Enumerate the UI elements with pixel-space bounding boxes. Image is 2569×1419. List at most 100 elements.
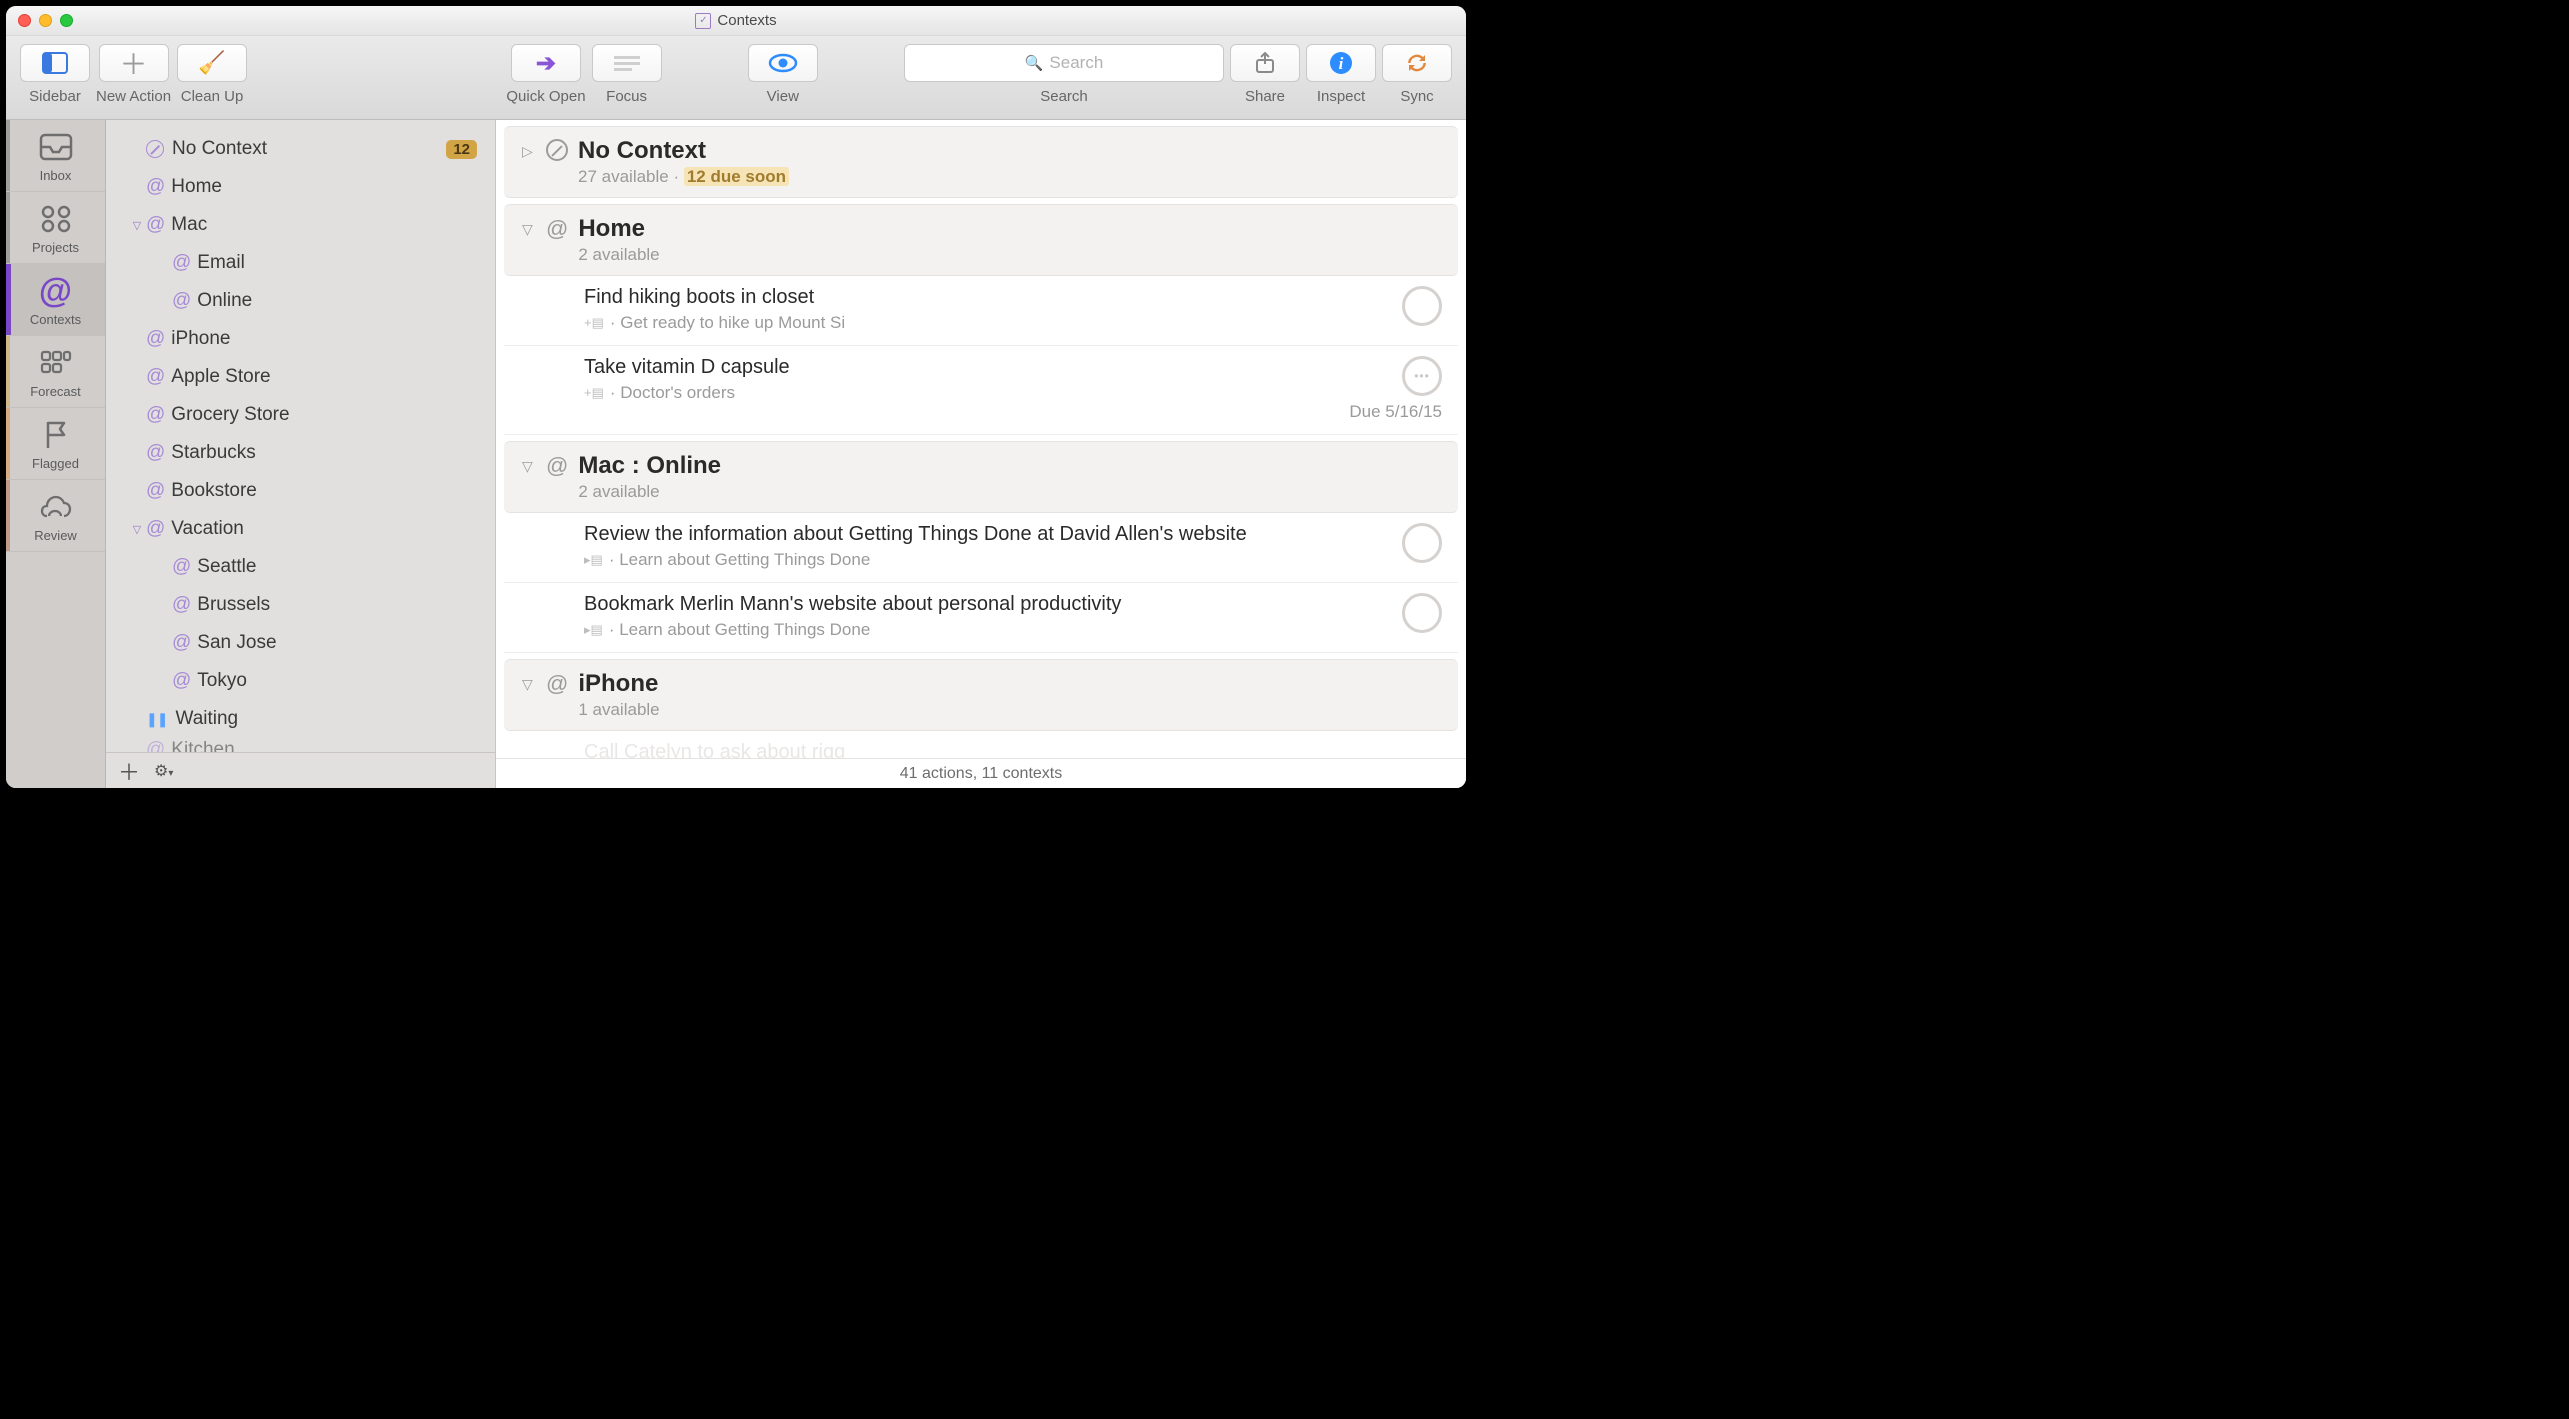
- context-row[interactable]: @Apple Store: [106, 358, 495, 396]
- context-row[interactable]: ❚❚ Waiting: [106, 700, 495, 738]
- perspective-flagged[interactable]: Flagged: [6, 408, 105, 480]
- close-window-button[interactable]: [18, 14, 31, 27]
- task-title: Take vitamin D capsule: [584, 356, 1337, 379]
- at-icon: @: [546, 216, 568, 242]
- context-label: Grocery Store: [171, 404, 477, 426]
- group-header[interactable]: ▽@iPhone1 available: [504, 659, 1458, 731]
- eye-icon: [768, 53, 798, 73]
- project-icon: ▸▤: [584, 552, 603, 568]
- sidebar-button[interactable]: [20, 44, 90, 82]
- sidebar-settings-button[interactable]: ⚙▾: [154, 760, 173, 781]
- search-field[interactable]: 🔍 Search: [904, 44, 1224, 82]
- at-icon: @: [146, 214, 165, 236]
- perspective-label: Forecast: [30, 384, 81, 399]
- context-row[interactable]: No Context12: [106, 130, 495, 168]
- task-title: Bookmark Merlin Mann's website about per…: [584, 593, 1390, 616]
- context-row[interactable]: @Home: [106, 168, 495, 206]
- disclosure-triangle-icon[interactable]: ▽: [128, 219, 146, 232]
- sync-button[interactable]: [1382, 44, 1452, 82]
- task-status-circle[interactable]: [1402, 286, 1442, 326]
- perspective-label: Inbox: [40, 168, 72, 183]
- context-row[interactable]: @Grocery Store: [106, 396, 495, 434]
- perspective-contexts[interactable]: @Contexts: [6, 264, 105, 336]
- group-header[interactable]: ▽@Home2 available: [504, 204, 1458, 276]
- info-icon: i: [1329, 51, 1353, 75]
- zoom-window-button[interactable]: [60, 14, 73, 27]
- perspective-projects[interactable]: Projects: [6, 192, 105, 264]
- disclosure-triangle-icon[interactable]: ▽: [128, 523, 146, 536]
- minimize-window-button[interactable]: [39, 14, 52, 27]
- sidebar-label: Sidebar: [29, 88, 81, 105]
- task-row[interactable]: Find hiking boots in closet +▤ · Get read…: [504, 276, 1458, 346]
- disclosure-triangle-icon[interactable]: ▷: [522, 143, 536, 160]
- window-icon: ✓: [695, 13, 711, 29]
- focus-button[interactable]: [592, 44, 662, 82]
- context-row[interactable]: @ Starbucks: [106, 434, 495, 472]
- group-header[interactable]: ▽@Mac : Online2 available: [504, 441, 1458, 513]
- context-row[interactable]: @Kitchen: [106, 738, 495, 752]
- task-status-circle[interactable]: [1402, 523, 1442, 563]
- task-status-circle[interactable]: [1402, 356, 1442, 396]
- at-icon: @: [172, 632, 191, 654]
- context-label: Home: [171, 176, 477, 198]
- perspective-forecast[interactable]: Forecast: [6, 336, 105, 408]
- context-row[interactable]: @iPhone: [106, 320, 495, 358]
- disclosure-triangle-icon[interactable]: ▽: [522, 221, 536, 238]
- task-row[interactable]: Bookmark Merlin Mann's website about per…: [504, 583, 1458, 653]
- no-context-icon: [146, 140, 164, 158]
- at-icon: @: [146, 480, 165, 502]
- sidebar-icon: [42, 52, 68, 74]
- pause-icon: ❚❚: [146, 711, 167, 728]
- context-label: Apple Store: [171, 366, 477, 388]
- search-label: Search: [1040, 88, 1088, 105]
- new-action-button[interactable]: ＋: [99, 44, 169, 82]
- context-row[interactable]: ▽@Vacation: [106, 510, 495, 548]
- task-project: +▤ · Get ready to hike up Mount Si: [584, 313, 1390, 333]
- inbox-icon: [39, 130, 73, 164]
- context-row[interactable]: @Bookstore: [106, 472, 495, 510]
- view-button[interactable]: [748, 44, 818, 82]
- at-icon: @: [546, 453, 568, 479]
- perspective-inbox[interactable]: Inbox: [6, 120, 105, 192]
- app-window: ✓ Contexts Sidebar ＋ New Action 🧹 Clean …: [6, 6, 1466, 788]
- task-project: ▸▤ · Learn about Getting Things Done: [584, 550, 1390, 570]
- group-header[interactable]: ▷No Context27 available · 12 due soon: [504, 126, 1458, 198]
- task-project: +▤ · Doctor's orders: [584, 383, 1337, 403]
- projects-icon: [40, 202, 72, 236]
- context-row[interactable]: @San Jose: [106, 624, 495, 662]
- outline-view[interactable]: ▷No Context27 available · 12 due soon▽@H…: [496, 120, 1466, 758]
- context-label: Tokyo: [197, 670, 477, 692]
- disclosure-triangle-icon[interactable]: ▽: [522, 458, 536, 475]
- context-row[interactable]: @Email: [106, 244, 495, 282]
- at-icon: @: [146, 739, 165, 752]
- context-row[interactable]: ▽@ Mac: [106, 206, 495, 244]
- at-icon: @: [146, 442, 165, 464]
- focus-label: Focus: [606, 88, 647, 105]
- context-label: Starbucks: [171, 442, 477, 464]
- inspect-button[interactable]: i: [1306, 44, 1376, 82]
- task-status-circle[interactable]: [1402, 593, 1442, 633]
- clean-up-button[interactable]: 🧹: [177, 44, 247, 82]
- context-row[interactable]: @Online: [106, 282, 495, 320]
- task-row[interactable]: Take vitamin D capsule +▤ · Doctor's orde…: [504, 346, 1458, 435]
- due-badge: 12: [446, 140, 477, 159]
- project-icon: ▸▤: [584, 622, 603, 638]
- broom-icon: 🧹: [198, 50, 225, 76]
- add-context-button[interactable]: ＋: [118, 755, 140, 787]
- perspective-review[interactable]: Review: [6, 480, 105, 552]
- task-title: Find hiking boots in closet: [584, 286, 1390, 309]
- context-row[interactable]: @Brussels: [106, 586, 495, 624]
- sidebar-footer: ＋ ⚙▾: [106, 752, 495, 788]
- share-button[interactable]: [1230, 44, 1300, 82]
- search-icon: 🔍: [1025, 54, 1044, 72]
- disclosure-triangle-icon[interactable]: ▽: [522, 676, 536, 693]
- quick-open-button[interactable]: ➔: [511, 44, 581, 82]
- context-label: iPhone: [171, 328, 477, 350]
- new-action-label: New Action: [96, 88, 171, 105]
- context-label: Waiting: [175, 708, 477, 730]
- project-icon: +▤: [584, 315, 604, 331]
- context-row[interactable]: @Tokyo: [106, 662, 495, 700]
- context-row[interactable]: @Seattle: [106, 548, 495, 586]
- context-label: Mac: [171, 214, 477, 236]
- task-row[interactable]: Review the information about Getting Thi…: [504, 513, 1458, 583]
